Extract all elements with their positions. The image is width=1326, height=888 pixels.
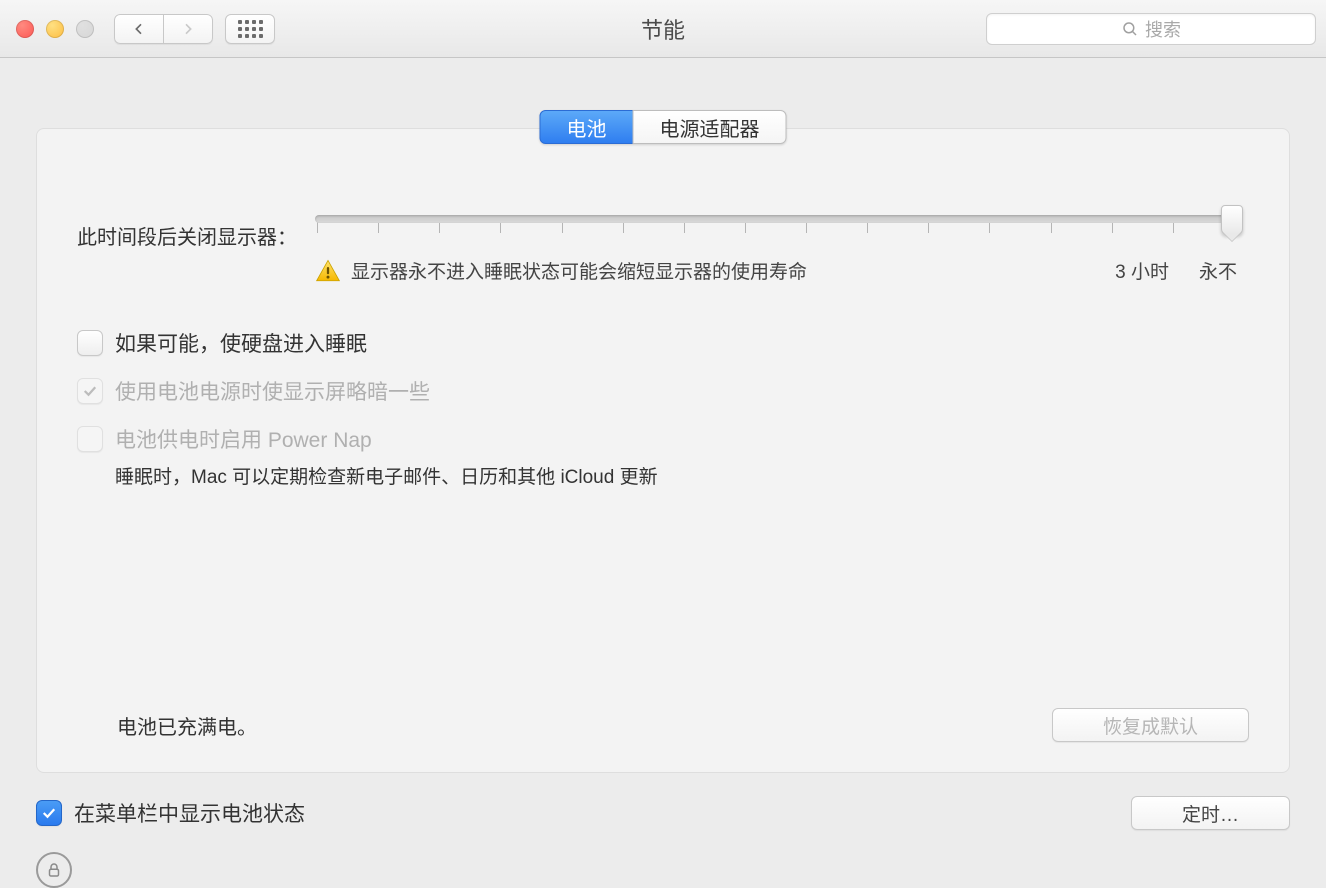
lock-icon — [45, 861, 63, 879]
search-input[interactable]: 搜索 — [986, 13, 1316, 45]
display-sleep-warning: 显示器永不进入睡眠状态可能会缩短显示器的使用寿命 3 小时 永不 — [315, 257, 1237, 284]
display-sleep-label: 此时间段后关闭显示器： — [77, 215, 297, 250]
display-sleep-slider-row: 此时间段后关闭显示器： — [77, 215, 1249, 284]
checkbox-hdd-sleep[interactable]: 如果可能，使硬盘进入睡眠 — [77, 328, 1249, 358]
tab-power-adapter[interactable]: 电源适配器 — [633, 110, 787, 144]
checkbox-label: 在菜单栏中显示电池状态 — [74, 798, 305, 828]
checkbox-show-battery-menubar[interactable]: 在菜单栏中显示电池状态 — [36, 798, 305, 828]
titlebar: 节能 搜索 — [0, 0, 1326, 58]
forward-button — [163, 14, 213, 44]
checkbox-dim-display: 使用电池电源时使显示屏略暗一些 — [77, 376, 1249, 406]
footer: 在菜单栏中显示电池状态 定时… — [36, 796, 1290, 830]
window-controls — [16, 20, 94, 38]
nav-buttons — [114, 14, 213, 44]
lock-button[interactable] — [36, 852, 72, 888]
checkbox-list: 如果可能，使硬盘进入睡眠 使用电池电源时使显示屏略暗一些 电池供电时启用 Pow… — [77, 328, 1249, 489]
checkbox-icon — [77, 330, 103, 356]
slider-handle[interactable] — [1221, 205, 1243, 235]
back-button[interactable] — [114, 14, 164, 44]
checkbox-power-nap: 电池供电时启用 Power Nap — [77, 424, 1249, 454]
battery-status: 电池已充满电。 — [117, 711, 257, 740]
warning-text: 显示器永不进入睡眠状态可能会缩短显示器的使用寿命 — [351, 257, 807, 284]
tab-battery[interactable]: 电池 — [540, 110, 634, 144]
minimize-button[interactable] — [46, 20, 64, 38]
card-footer: 电池已充满电。 恢复成默认 — [77, 708, 1249, 742]
checkbox-icon — [77, 378, 103, 404]
schedule-button[interactable]: 定时… — [1131, 796, 1290, 830]
warning-icon — [315, 258, 341, 284]
show-all-button[interactable] — [225, 14, 275, 44]
checkbox-label: 使用电池电源时使显示屏略暗一些 — [115, 376, 430, 406]
content: 电池 电源适配器 此时间段后关闭显示器： — [0, 58, 1326, 888]
close-button[interactable] — [16, 20, 34, 38]
power-nap-description: 睡眠时，Mac 可以定期检查新电子邮件、日历和其他 iCloud 更新 — [115, 462, 1249, 489]
slider-tick-3h: 3 小时 — [1115, 257, 1169, 284]
window-title: 节能 — [641, 13, 685, 45]
checkbox-label: 电池供电时启用 Power Nap — [115, 424, 372, 454]
maximize-button — [76, 20, 94, 38]
checkbox-label: 如果可能，使硬盘进入睡眠 — [115, 328, 367, 358]
display-sleep-slider[interactable]: 显示器永不进入睡眠状态可能会缩短显示器的使用寿命 3 小时 永不 — [315, 215, 1249, 284]
search-icon — [1121, 20, 1139, 38]
checkbox-icon — [36, 800, 62, 826]
battery-pane: 此时间段后关闭显示器： — [36, 128, 1290, 773]
tab-segment: 电池 电源适配器 — [540, 110, 787, 144]
search-placeholder: 搜索 — [1145, 16, 1181, 42]
grid-icon — [238, 20, 263, 38]
slider-tick-never: 永不 — [1199, 257, 1237, 284]
restore-defaults-button: 恢复成默认 — [1052, 708, 1249, 742]
checkbox-icon — [77, 426, 103, 452]
